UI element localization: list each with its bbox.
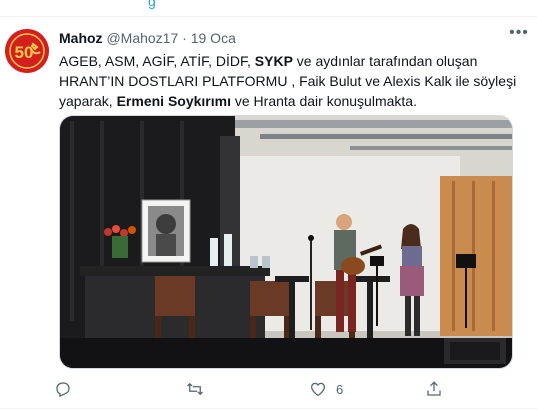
tweet-text-segment: AGEB, ASM, AGİF, ATİF, DİDF, [59,53,255,69]
retweet-icon [187,382,203,396]
tweet-actions-bar: 6 [54,374,474,404]
tweet-media-photo[interactable] [59,115,513,369]
reply-icon [56,382,70,398]
divider [0,408,537,409]
tweet-date[interactable]: 19 Oca [191,30,236,46]
like-count: 6 [336,381,344,397]
author-name[interactable]: Mahoz [59,30,103,46]
divider [0,16,537,17]
reply-button[interactable] [54,374,81,404]
party-logo-icon: 50 [5,29,49,73]
share-icon [427,381,441,396]
share-button[interactable] [425,374,452,404]
avatar-number: 50 [15,43,34,62]
previous-tweet-link[interactable]: g [148,0,156,9]
tweet-header: Mahoz @Mahoz17 · 19 Oca [59,30,236,46]
tweet-text-bold-sykp: SYKP [254,53,293,69]
retweet-button[interactable] [186,374,213,404]
tweet-text: AGEB, ASM, AGİF, ATİF, DİDF, SYKP ve ayd… [59,51,529,111]
author-handle[interactable]: @Mahoz17 [106,30,178,46]
heart-icon [310,382,326,397]
more-options-button[interactable]: ••• [508,24,530,48]
tweet-text-bold-soykirim: Ermeni Soykırımı [116,93,231,109]
separator-dot: · [182,30,187,46]
like-button[interactable]: 6 [309,374,343,404]
event-photo [60,116,512,368]
avatar[interactable]: 50 [5,29,49,73]
tweet-text-segment: ve Hranta dair konuşulmakta. [230,93,417,109]
more-icon: ••• [509,24,529,41]
previous-tweet-strip: g [0,0,537,16]
